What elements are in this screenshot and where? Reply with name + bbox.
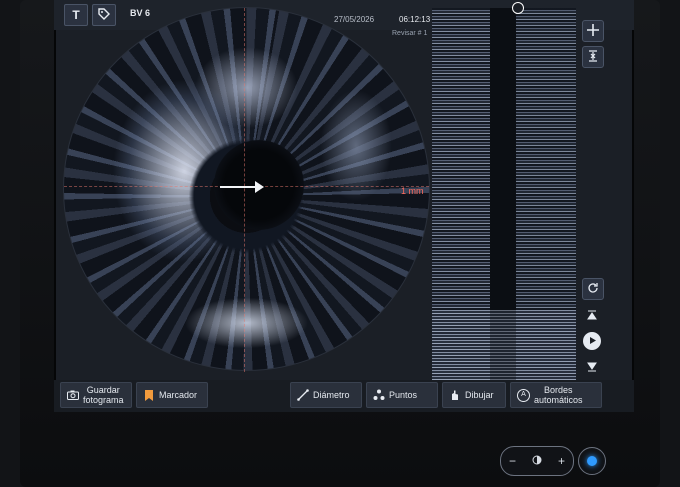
ivus-screen: T BV 6 27/05/2026 06:12:13 Revisar # 1 1… [54, 0, 634, 412]
points-button[interactable]: Puntos [366, 382, 438, 408]
ruler-diagonal-icon [297, 389, 309, 401]
diameter-label: Diámetro [313, 390, 350, 400]
marker-button[interactable]: Marcador [136, 382, 208, 408]
save-frame-label-line2: fotograma [83, 395, 124, 405]
points-icon [373, 389, 385, 401]
review-label: Revisar # 1 [392, 30, 428, 37]
auto-borders-button[interactable]: A Bordes automáticos [510, 382, 602, 408]
draw-hand-icon [449, 389, 461, 401]
marker-label: Marcador [159, 390, 198, 400]
diameter-button[interactable]: Diámetro [290, 382, 362, 408]
auto-borders-label: Bordes automáticos [534, 385, 583, 405]
step-up-icon [587, 310, 597, 323]
refresh-icon [587, 282, 599, 297]
plus-button[interactable]: + [558, 454, 565, 468]
auto-borders-label-line1: Bordes [544, 385, 573, 395]
refresh-button[interactable] [582, 278, 604, 300]
play-icon [588, 336, 597, 347]
measurement-arrow[interactable] [220, 181, 264, 193]
date-label: 27/05/2026 [334, 15, 375, 24]
right-control-bar [580, 8, 604, 380]
bottom-toolbar: Guardar fotograma Marcador Diámetro Punt… [54, 380, 634, 412]
step-down-button[interactable] [582, 360, 602, 376]
longitudinal-pullback-section [432, 310, 576, 380]
crosshair-button[interactable] [582, 20, 604, 42]
power-button[interactable] [578, 447, 606, 475]
power-icon [587, 456, 597, 466]
draw-button[interactable]: Dibujar [442, 382, 506, 408]
scale-label: 1 mm [401, 186, 424, 196]
save-frame-button[interactable]: Guardar fotograma [60, 382, 132, 408]
crosshair-icon [587, 23, 599, 39]
time-label: 06:12:13 [399, 15, 431, 24]
save-frame-label: Guardar fotograma [83, 385, 124, 405]
step-up-button[interactable] [582, 308, 602, 324]
points-label: Puntos [389, 390, 418, 400]
auto-borders-label-line2: automáticos [534, 395, 583, 405]
hardware-brightness-control: − + [500, 446, 574, 476]
collapse-button[interactable] [582, 46, 604, 68]
auto-borders-icon: A [517, 388, 530, 402]
tag-button[interactable] [92, 4, 116, 26]
brightness-icon [532, 454, 542, 468]
step-down-icon [587, 362, 597, 375]
collapse-icon [587, 49, 599, 65]
draw-label: Dibujar [465, 390, 494, 400]
save-frame-label-line1: Guardar [86, 385, 120, 395]
text-annotation-button[interactable]: T [64, 4, 88, 26]
text-annotation-label: T [72, 8, 80, 22]
tag-icon [98, 7, 110, 23]
frame-slider-handle[interactable] [512, 2, 524, 14]
device-label: BV 6 [130, 8, 151, 18]
longitudinal-view[interactable] [432, 8, 576, 380]
play-button[interactable] [583, 332, 601, 350]
camera-icon [67, 389, 79, 401]
bookmark-icon [143, 389, 155, 401]
minus-button[interactable]: − [509, 454, 516, 468]
